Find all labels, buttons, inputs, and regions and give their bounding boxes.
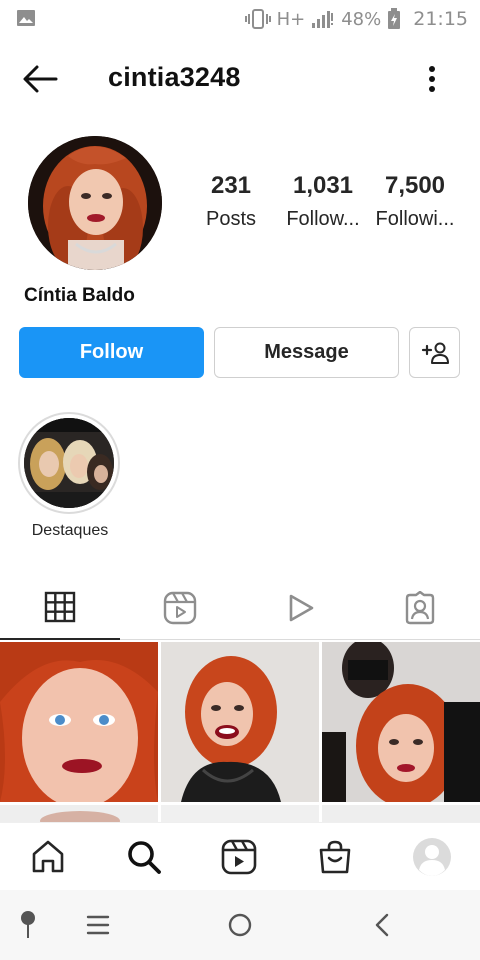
post-photo [161, 805, 319, 822]
post-thumbnail[interactable] [0, 642, 158, 802]
gallery-notification-icon [16, 9, 36, 32]
battery-charging-icon [387, 8, 401, 30]
highlight-photo [24, 418, 114, 508]
posts-stat: 231 Posts [198, 172, 264, 231]
tab-reels[interactable] [120, 576, 240, 640]
profile-header: cintia3248 [0, 50, 480, 108]
following-stat[interactable]: 7,500 Followi... [372, 172, 458, 231]
tab-tagged[interactable] [360, 576, 480, 640]
post-photo [0, 642, 158, 802]
search-icon [128, 841, 161, 874]
follow-button[interactable]: Follow [19, 327, 204, 378]
post-thumbnail[interactable] [0, 805, 158, 822]
signal-icon [311, 9, 335, 29]
add-person-icon [421, 342, 449, 364]
video-play-icon [289, 594, 314, 622]
post-photo [0, 805, 158, 822]
profile-photo [28, 136, 162, 270]
back-button[interactable] [20, 62, 64, 96]
network-type: H+ [276, 8, 306, 30]
posts-label: Posts [205, 208, 257, 230]
home-icon [32, 840, 64, 873]
posts-count: 231 [210, 172, 252, 199]
shop-icon [319, 840, 351, 874]
following-count: 7,500 [384, 172, 446, 199]
followers-label: Follow... [286, 208, 360, 230]
profile-tabs [0, 576, 480, 640]
back-arrow-icon [23, 65, 58, 93]
nav-home[interactable] [26, 835, 70, 879]
tagged-icon [405, 591, 435, 625]
vibrate-icon [244, 8, 271, 30]
post-photo [322, 642, 480, 802]
following-label: Followi... [375, 208, 455, 230]
profile-avatar-image[interactable] [28, 136, 162, 270]
message-button[interactable]: Message [214, 327, 399, 378]
home-circle-icon [228, 913, 252, 937]
highlight-ring[interactable] [18, 412, 120, 514]
recent-apps-button[interactable] [78, 908, 118, 942]
reels-icon [163, 591, 197, 625]
more-vertical-icon [429, 66, 435, 92]
highlight-cover-image [24, 418, 114, 508]
profile-full-name: Cíntia Baldo [24, 285, 135, 306]
nav-shop[interactable] [313, 835, 357, 879]
post-thumbnail[interactable] [161, 642, 319, 802]
assistant-button[interactable] [8, 908, 48, 942]
nav-reels[interactable] [217, 835, 261, 879]
post-thumbnail[interactable] [161, 805, 319, 822]
more-options-button[interactable] [416, 62, 448, 96]
tab-posts-grid[interactable] [0, 576, 120, 640]
nav-profile[interactable] [410, 835, 454, 879]
system-back-button[interactable] [362, 908, 402, 942]
followers-count: 1,031 [292, 172, 354, 199]
system-navigation-bar [0, 890, 480, 960]
status-icons: H+ 48% 21:15 [244, 6, 468, 32]
reels-icon [221, 839, 257, 875]
profile-username: cintia3248 [108, 62, 241, 92]
suggested-users-button[interactable] [409, 327, 460, 378]
chevron-left-icon [375, 913, 389, 937]
tab-videos[interactable] [240, 576, 360, 640]
followers-stat[interactable]: 1,031 Follow... [282, 172, 364, 231]
post-thumbnail[interactable] [322, 642, 480, 802]
post-photo [322, 805, 480, 822]
menu-lines-icon [86, 915, 110, 935]
post-thumbnail[interactable] [322, 805, 480, 822]
post-photo [161, 642, 319, 802]
highlight-label: Destaques [31, 522, 109, 539]
posts-grid [0, 642, 480, 822]
grid-icon [44, 591, 76, 623]
profile-avatar [413, 838, 451, 876]
battery-percent: 48% [341, 8, 382, 30]
pin-icon [21, 911, 35, 938]
status-bar: H+ 48% 21:15 [0, 0, 480, 38]
clock: 21:15 [413, 8, 468, 30]
home-button[interactable] [220, 908, 260, 942]
nav-search[interactable] [122, 835, 166, 879]
bottom-navigation [0, 822, 480, 890]
story-highlight[interactable]: Destaques [18, 412, 122, 539]
